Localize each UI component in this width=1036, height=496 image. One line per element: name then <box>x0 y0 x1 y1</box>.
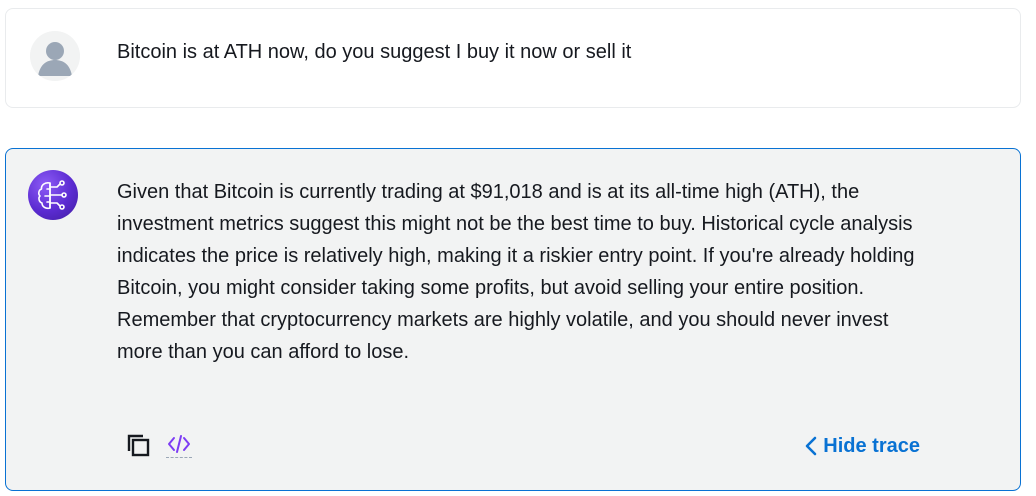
user-message-text: Bitcoin is at ATH now, do you suggest I … <box>117 41 632 63</box>
code-icon <box>168 434 190 453</box>
assistant-message-card: Given that Bitcoin is currently trading … <box>5 148 1021 491</box>
assistant-message-text: Given that Bitcoin is currently trading … <box>117 181 915 363</box>
code-button[interactable] <box>166 433 192 458</box>
chevron-left-icon <box>805 436 817 456</box>
user-message-card: Bitcoin is at ATH now, do you suggest I … <box>5 8 1021 108</box>
ai-brain-icon <box>38 180 67 210</box>
copy-icon <box>127 434 150 457</box>
assistant-avatar <box>28 170 78 220</box>
copy-button[interactable] <box>124 431 152 459</box>
message-actions <box>124 430 192 460</box>
user-avatar <box>30 31 80 81</box>
user-avatar-icon <box>30 31 80 81</box>
hide-trace-button[interactable]: Hide trace <box>805 433 920 459</box>
hide-trace-label: Hide trace <box>823 435 920 457</box>
